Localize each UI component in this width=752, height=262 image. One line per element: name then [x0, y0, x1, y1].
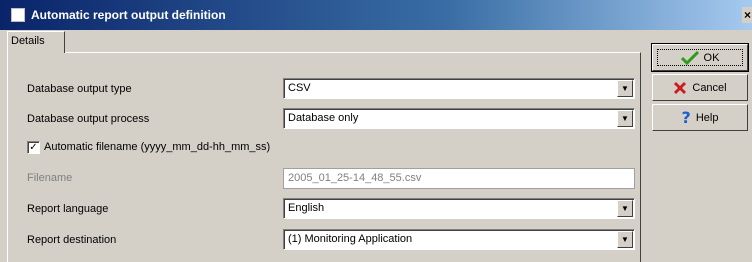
- report-language-select[interactable]: English ▼: [283, 198, 635, 219]
- cancel-label: Cancel: [692, 81, 727, 94]
- question-mark-icon: ?: [681, 108, 691, 127]
- chevron-down-icon[interactable]: ▼: [617, 80, 633, 97]
- ok-button[interactable]: OK: [651, 43, 749, 72]
- title-bar: Automatic report output definition ×: [0, 0, 752, 30]
- focus-rect: [657, 49, 743, 66]
- db-output-process-label: Database output process: [27, 113, 150, 125]
- auto-filename-checkbox[interactable]: ✓: [27, 141, 40, 154]
- db-output-process-select[interactable]: Database only ▼: [283, 108, 635, 129]
- report-language-label: Report language: [27, 203, 109, 215]
- filename-field: 2005_01_25-14_48_55.csv: [283, 168, 635, 189]
- db-output-type-label: Database output type: [27, 83, 132, 95]
- filename-label: Filename: [27, 172, 73, 184]
- x-icon: [673, 81, 687, 95]
- help-button[interactable]: ? Help: [652, 104, 748, 131]
- tab-details[interactable]: Details: [7, 31, 65, 53]
- cancel-button[interactable]: Cancel: [652, 74, 748, 101]
- filename-value: 2005_01_25-14_48_55.csv: [288, 172, 422, 184]
- checkmark-icon: [680, 50, 699, 65]
- db-output-process-value: Database only: [288, 112, 359, 124]
- help-label: Help: [695, 111, 719, 124]
- chevron-down-icon[interactable]: ▼: [617, 231, 633, 248]
- chevron-down-icon[interactable]: ▼: [617, 110, 633, 127]
- report-destination-label: Report destination: [27, 234, 117, 246]
- report-language-value: English: [288, 202, 325, 214]
- check-icon: ✓: [29, 141, 38, 153]
- report-destination-value: (1) Monitoring Application: [288, 233, 413, 245]
- close-icon[interactable]: ×: [742, 7, 752, 23]
- app-icon: [11, 8, 25, 22]
- chevron-down-icon[interactable]: ▼: [617, 200, 633, 217]
- report-destination-select[interactable]: (1) Monitoring Application ▼: [283, 229, 635, 250]
- ok-label: OK: [703, 51, 720, 64]
- window-title: Automatic report output definition: [31, 8, 226, 22]
- db-output-type-select[interactable]: CSV ▼: [283, 78, 635, 99]
- db-output-type-value: CSV: [288, 82, 311, 94]
- auto-filename-label[interactable]: Automatic filename (yyyy_mm_dd-hh_mm_ss): [44, 139, 270, 155]
